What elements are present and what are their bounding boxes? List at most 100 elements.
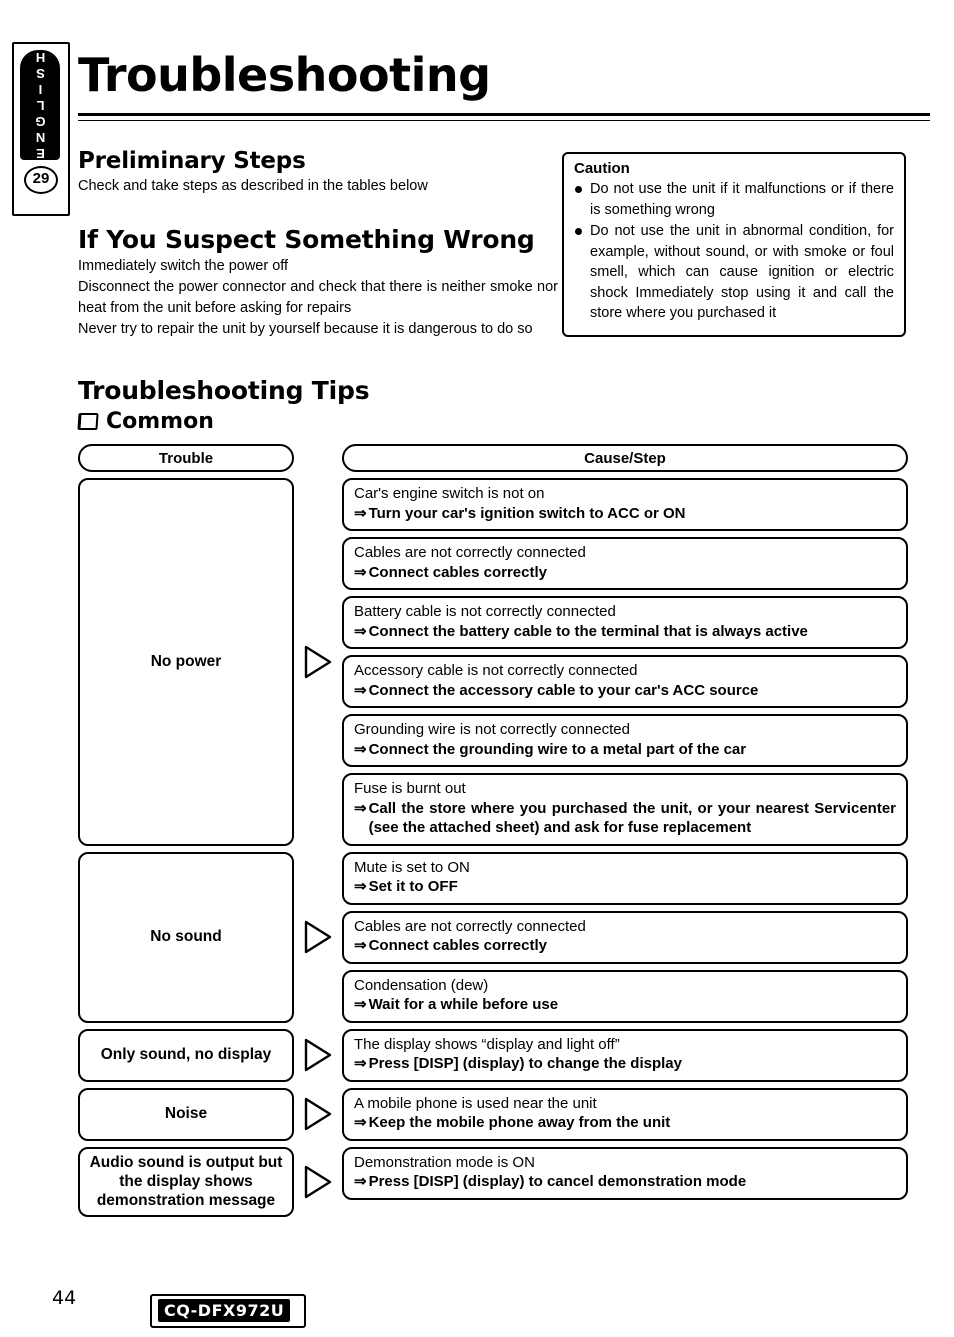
step-arrow-icon: ⇒ (354, 1114, 367, 1131)
language-tab-text: ENGLISH (32, 49, 48, 161)
section-preliminary-steps: Preliminary Steps Check and take steps a… (78, 148, 548, 197)
table-row: No sound Mute is set to ON ⇒ Set it to OFF C… (78, 851, 908, 1023)
trouble-cell: No sound (78, 851, 294, 1023)
trouble-cell: Noise (78, 1087, 294, 1141)
language-tab-number: 29 (14, 166, 68, 194)
step-text: ⇒ Connect the battery cable to the termin… (354, 622, 896, 642)
cause-step-cell: Condensation (dew) ⇒ Wait for a while befo… (342, 969, 908, 1023)
step-label: Call the store where you purchased the u… (368, 799, 896, 837)
section-suspect-something-wrong: If You Suspect Something Wrong Immediate… (78, 225, 558, 340)
suspect-line-2: Disconnect the power connector and check… (78, 279, 558, 317)
column-header-trouble: Trouble (78, 444, 294, 472)
cause-step-cell: Grounding wire is not correctly connecte… (342, 714, 908, 767)
cause-column: A mobile phone is used near the unit ⇒ Kee… (342, 1087, 908, 1141)
triangle-arrow-icon (304, 1038, 332, 1072)
caution-title: Caution (574, 160, 630, 177)
step-text: ⇒ Connect the accessory cable to your car… (354, 681, 896, 701)
step-label: Connect cables correctly (368, 937, 547, 954)
suspect-line-3: Never try to repair the unit by yourself… (78, 321, 533, 338)
step-arrow-icon: ⇒ (354, 1055, 367, 1072)
cause-step-cell: Mute is set to ON ⇒ Set it to OFF (342, 851, 908, 905)
step-text: ⇒ Connect the grounding wire to a metal p… (354, 740, 896, 760)
step-text: ⇒ Turn your car's ignition switch to ACC … (354, 504, 896, 524)
step-arrow-icon: ⇒ (354, 1173, 367, 1190)
step-arrow-icon: ⇒ (354, 996, 367, 1013)
step-label: Connect the battery cable to the termina… (368, 622, 808, 640)
troubleshooting-table: Trouble Cause/Step No power Car's engine … (78, 444, 908, 1217)
cause-column: The display shows “display and light off… (342, 1028, 908, 1082)
step-text: ⇒ Connect cables correctly (354, 936, 896, 956)
suspect-line-1: Immediately switch the power off (78, 258, 289, 274)
trouble-cell: No power (78, 478, 294, 846)
triangle-arrow-icon (304, 1165, 332, 1198)
triangle-arrow-icon (304, 920, 332, 954)
step-label: Connect cables correctly (368, 563, 547, 581)
language-tab: ENGLISH 29 (12, 42, 70, 216)
cause-text: Accessory cable is not correctly connect… (354, 662, 638, 679)
arrow-separator (294, 1029, 342, 1082)
triangle-arrow-icon (304, 645, 332, 678)
step-text: ⇒ Press [DISP] (display) to cancel demons… (354, 1172, 896, 1192)
page-title: Troubleshooting (78, 48, 491, 102)
tips-subheading-row: Common (77, 409, 369, 434)
cause-text: Demonstration mode is ON (354, 1153, 535, 1171)
step-text: ⇒ Press [DISP] (display) to change the di… (354, 1054, 896, 1074)
cause-text: Battery cable is not correctly connected (354, 603, 616, 620)
cause-step-cell: The display shows “display and light off… (342, 1028, 908, 1082)
step-text: ⇒ Wait for a while before use (354, 995, 896, 1015)
cause-step-cell: Car's engine switch is not on ⇒ Turn your … (342, 478, 908, 531)
cause-text: Car's engine switch is not on (354, 485, 545, 502)
manual-page: ENGLISH 29 Troubleshooting Preliminary S… (0, 0, 954, 1337)
step-label: Connect the grounding wire to a metal pa… (368, 740, 747, 758)
caution-box: Caution Do not use the unit if it malfun… (562, 152, 906, 338)
triangle-arrow-icon (304, 1097, 332, 1131)
caution-item: Do not use the unit if it malfunctions o… (574, 179, 894, 220)
arrow-separator (294, 1088, 342, 1141)
arrow-separator (294, 852, 342, 1023)
preliminary-text: Check and take steps as described in the… (78, 178, 428, 194)
suspect-heading: If You Suspect Something Wrong (78, 225, 535, 254)
arrow-separator (294, 1147, 342, 1217)
cause-text: Grounding wire is not correctly connecte… (354, 721, 630, 738)
step-arrow-icon: ⇒ (354, 622, 367, 640)
table-row: No power Car's engine switch is not on ⇒ Tu… (78, 478, 908, 846)
trouble-cell: Only sound, no display (78, 1028, 294, 1082)
page-number: 44 (52, 1287, 77, 1309)
cause-step-cell: Accessory cable is not correctly connect… (342, 655, 908, 708)
table-body: No power Car's engine switch is not on ⇒ Tu… (78, 478, 908, 1217)
caution-list: Do not use the unit if it malfunctions o… (574, 179, 894, 324)
step-text: ⇒ Call the store where you purchased the … (354, 799, 896, 838)
step-arrow-icon: ⇒ (354, 563, 367, 581)
table-row: Only sound, no display The display shows … (78, 1028, 908, 1082)
step-text: ⇒ Connect cables correctly (354, 563, 896, 583)
tips-subheading: Common (106, 409, 214, 434)
step-text: ⇒ Set it to OFF (354, 877, 896, 897)
cause-step-cell: A mobile phone is used near the unit ⇒ Kee… (342, 1087, 908, 1141)
square-bullet-icon (77, 413, 99, 430)
table-header-row: Trouble Cause/Step (78, 444, 908, 472)
language-tab-label: ENGLISH (20, 49, 60, 161)
cause-column: Car's engine switch is not on ⇒ Turn your … (342, 478, 908, 846)
step-arrow-icon: ⇒ (354, 681, 367, 699)
cause-column: Mute is set to ON ⇒ Set it to OFF Cables ar… (342, 851, 908, 1023)
trouble-cell: Audio sound is output but the display sh… (78, 1146, 294, 1217)
preliminary-heading: Preliminary Steps (78, 148, 306, 174)
caution-item: Do not use the unit in abnormal conditio… (574, 221, 894, 324)
step-label: Press [DISP] (display) to change the dis… (368, 1055, 682, 1072)
cause-step-cell: Battery cable is not correctly connected… (342, 596, 908, 649)
step-arrow-icon: ⇒ (354, 504, 367, 522)
step-label: Connect the accessory cable to your car'… (368, 681, 759, 699)
step-text: ⇒ Keep the mobile phone away from the uni… (354, 1113, 896, 1133)
cause-text: Cables are not correctly connected (354, 544, 586, 561)
cause-step-cell: Cables are not correctly connected ⇒ Conne… (342, 537, 908, 590)
tips-heading: Troubleshooting Tips (78, 376, 370, 405)
column-header-cause-step: Cause/Step (342, 444, 908, 472)
cause-step-cell: Fuse is burnt out ⇒ Call the store where y… (342, 773, 908, 846)
step-label: Turn your car's ignition switch to ACC o… (368, 504, 686, 522)
title-divider (78, 113, 930, 121)
cause-text: Cables are not correctly connected (354, 917, 586, 935)
arrow-separator (294, 478, 342, 846)
language-tab-number-value: 29 (24, 166, 58, 194)
table-row: Audio sound is output but the display sh… (78, 1146, 908, 1217)
cause-text: Fuse is burnt out (354, 780, 466, 797)
